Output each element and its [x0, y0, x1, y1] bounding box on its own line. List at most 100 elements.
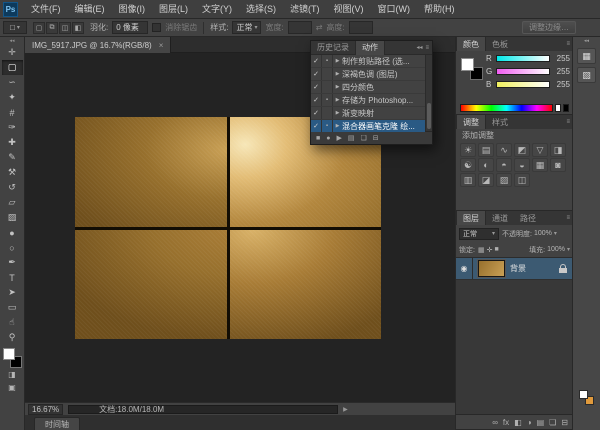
action-row[interactable]: ✓▶渐变映射 — [311, 107, 425, 120]
menubar-item[interactable]: 图层(L) — [152, 0, 195, 19]
menubar-item[interactable]: 图像(I) — [112, 0, 153, 19]
color-spectrum-ramp[interactable] — [460, 104, 553, 112]
panel-menu-icon[interactable]: ≡ — [566, 41, 570, 47]
layer-thumbnail[interactable] — [478, 260, 505, 277]
play-icon[interactable]: ▶ — [336, 132, 341, 145]
style-dropdown[interactable]: 正常 ▾ — [232, 21, 261, 34]
shape-tool[interactable]: ▭ — [2, 300, 23, 315]
record-icon[interactable]: ● — [326, 132, 330, 145]
hand-tool[interactable]: ☝ — [2, 315, 23, 330]
lock-position-icon[interactable]: ✛ — [487, 246, 493, 254]
white-swatch[interactable] — [555, 104, 561, 112]
hue-saturation-icon[interactable]: ◨ — [550, 143, 566, 157]
document-tab[interactable]: IMG_5917.JPG @ 16.7%(RGB/8) × — [25, 37, 171, 53]
menubar-item[interactable]: 编辑(E) — [68, 0, 112, 19]
fill-control[interactable]: 填充: 100% ▾ — [529, 245, 570, 255]
quick-mask-icon[interactable]: ◨ — [2, 368, 23, 381]
actions-scrollbar[interactable] — [425, 55, 432, 131]
panel-menu-icon[interactable]: ≡ — [566, 215, 570, 221]
dodge-tool[interactable]: ○ — [2, 240, 23, 255]
dock-collapse-icon[interactable]: ◂◂ — [584, 37, 589, 46]
brush-tool[interactable]: ✎ — [2, 150, 23, 165]
tool-preset-picker[interactable]: □ ▾ — [3, 21, 27, 34]
action-expand-icon[interactable]: ▶ — [333, 97, 342, 103]
menubar-item[interactable]: 选择(S) — [239, 0, 283, 19]
exposure-icon[interactable]: ◩ — [514, 143, 530, 157]
tab-layers[interactable]: 图层 — [456, 211, 486, 225]
blend-mode-dropdown[interactable]: 正常 ▾ — [459, 228, 499, 240]
menubar-item[interactable]: 帮助(H) — [417, 0, 462, 19]
action-dialog-toggle-icon[interactable]: ▪ — [322, 94, 333, 106]
color-panel-swatches[interactable] — [461, 58, 483, 80]
channel-mixer-icon[interactable]: ◒ — [514, 158, 530, 172]
new-selection-icon[interactable]: ▢ — [33, 22, 45, 34]
menubar-item[interactable]: 窗口(W) — [371, 0, 418, 19]
tab-history[interactable]: 历史记录 — [311, 41, 355, 55]
zoom-level-input[interactable]: 16.67% — [28, 404, 63, 415]
tab-paths[interactable]: 路径 — [514, 211, 542, 225]
document-image[interactable] — [75, 117, 381, 339]
adjustment-layer-icon[interactable]: ◑ — [527, 418, 532, 427]
new-set-icon[interactable]: ▤ — [348, 132, 355, 145]
screen-mode-icon[interactable]: ▣ — [2, 381, 23, 394]
levels-icon[interactable]: ▤ — [478, 143, 494, 157]
history-brush-tool[interactable]: ↺ — [2, 180, 23, 195]
close-icon[interactable]: × — [159, 41, 164, 50]
selective-color-icon[interactable]: ◫ — [514, 173, 530, 187]
action-row[interactable]: ✓▪▶存储为 Photoshop... — [311, 94, 425, 107]
action-dialog-toggle-icon[interactable] — [322, 107, 333, 119]
tab-adjustments[interactable]: 调整 — [456, 115, 486, 129]
layer-visibility-icon[interactable]: ◉ — [456, 258, 473, 279]
scrollbar-thumb[interactable] — [427, 103, 431, 129]
new-layer-icon[interactable]: ❏ — [549, 418, 556, 427]
link-layers-icon[interactable]: ∞ — [492, 418, 498, 427]
lock-all-icon[interactable]: ■ — [494, 246, 498, 254]
layer-effects-icon[interactable]: fx — [503, 418, 509, 427]
stop-icon[interactable]: ■ — [316, 132, 320, 145]
move-tool[interactable]: ✛ — [2, 45, 23, 60]
tab-actions[interactable]: 动作 — [355, 41, 385, 55]
black-swatch[interactable] — [563, 104, 569, 112]
action-check-icon[interactable]: ✓ — [311, 120, 322, 132]
foreground-color-swatch[interactable] — [3, 348, 15, 360]
new-action-icon[interactable]: ❏ — [360, 132, 366, 145]
collapsed-color-panel-icon[interactable]: ▧ — [577, 67, 596, 83]
gradient-map-icon[interactable]: ▨ — [496, 173, 512, 187]
action-row[interactable]: ✓▶深褐色调 (图层) — [311, 68, 425, 81]
color-balance-icon[interactable]: ☯ — [460, 158, 476, 172]
pen-tool[interactable]: ✒ — [2, 255, 23, 270]
action-expand-icon[interactable]: ▶ — [333, 110, 342, 116]
action-check-icon[interactable]: ✓ — [311, 68, 322, 80]
refine-edge-button[interactable]: 调整边缘… — [522, 21, 576, 34]
lock-transparency-icon[interactable]: ▦ — [478, 246, 485, 254]
posterize-icon[interactable]: ▥ — [460, 173, 476, 187]
tab-channels[interactable]: 通道 — [486, 211, 514, 225]
action-check-icon[interactable]: ✓ — [311, 107, 322, 119]
path-selection-tool[interactable]: ➤ — [2, 285, 23, 300]
action-expand-icon[interactable]: ▶ — [333, 71, 342, 77]
action-row[interactable]: ✓▶四分颜色 — [311, 81, 425, 94]
mini-color-swatches[interactable] — [579, 390, 594, 405]
status-options-arrow-icon[interactable]: ▶ — [343, 406, 348, 413]
type-tool[interactable]: T — [2, 270, 23, 285]
menubar-item[interactable]: 文件(F) — [24, 0, 68, 19]
toolbar-collapse-icon[interactable]: ◂◂ — [9, 37, 14, 45]
mini-foreground-swatch[interactable] — [579, 390, 588, 399]
gradient-tool[interactable]: ▨ — [2, 210, 23, 225]
width-input[interactable] — [288, 21, 312, 34]
eraser-tool[interactable]: ▱ — [2, 195, 23, 210]
slider-track[interactable] — [496, 81, 550, 88]
layer-group-icon[interactable]: ▤ — [537, 418, 545, 427]
action-dialog-toggle-icon[interactable] — [322, 68, 333, 80]
zoom-tool[interactable]: ⚲ — [2, 330, 23, 345]
clone-stamp-tool[interactable]: ⚒ — [2, 165, 23, 180]
slider-track[interactable] — [496, 55, 550, 62]
collapsed-swatches-panel-icon[interactable]: ▦ — [577, 48, 596, 64]
menubar-item[interactable]: 文字(Y) — [195, 0, 239, 19]
quick-selection-tool[interactable]: ✦ — [2, 90, 23, 105]
action-dialog-toggle-icon[interactable]: ▪ — [322, 120, 333, 132]
tab-styles[interactable]: 样式 — [486, 115, 514, 129]
intersect-selection-icon[interactable]: ◧ — [72, 22, 84, 34]
menubar-item[interactable]: 滤镜(T) — [283, 0, 327, 19]
action-dialog-toggle-icon[interactable]: ▪ — [322, 55, 333, 67]
